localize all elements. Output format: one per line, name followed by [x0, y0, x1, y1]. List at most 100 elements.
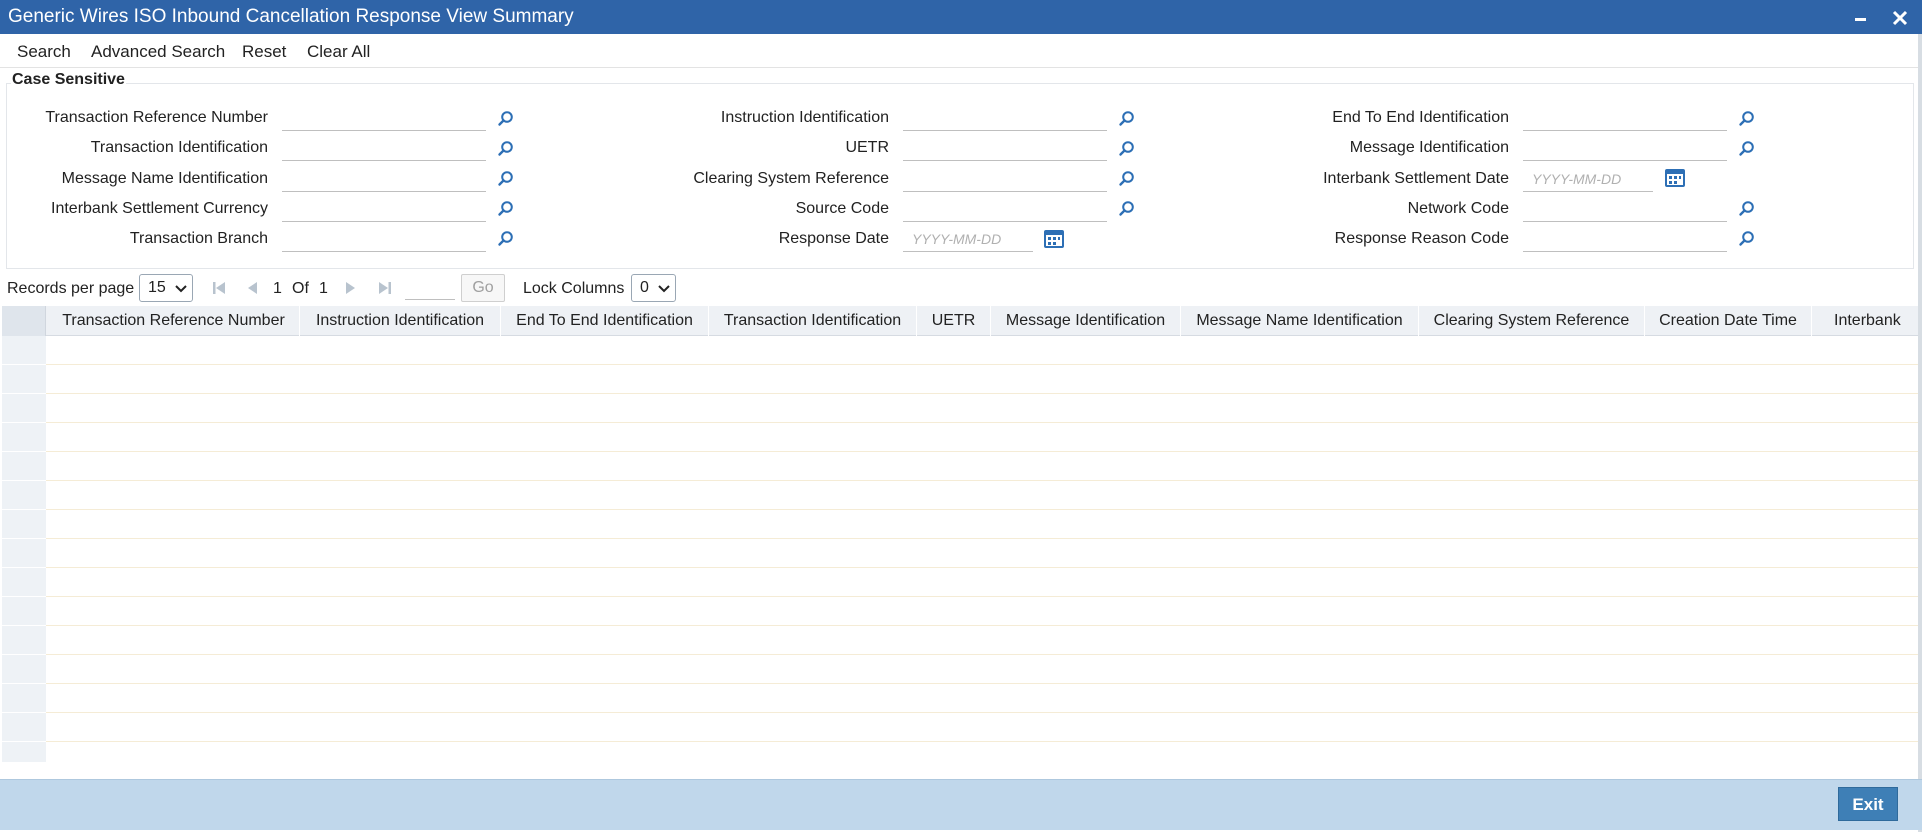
exit-button[interactable]: Exit: [1838, 787, 1898, 821]
transaction-reference-number-input[interactable]: [282, 110, 486, 131]
response-date-placeholder: YYYY-MM-DD: [912, 231, 1002, 247]
clearing-system-reference-input[interactable]: [903, 171, 1107, 192]
results-grid: Transaction Reference Number Instruction…: [2, 306, 1920, 762]
row-selector-cell[interactable]: [2, 336, 46, 365]
transaction-reference-number-label: Transaction Reference Number: [45, 109, 268, 126]
column-header[interactable]: Clearing System Reference: [1419, 306, 1645, 336]
row-selector-cell[interactable]: [2, 568, 46, 597]
select-all-header-cell[interactable]: [2, 306, 46, 336]
current-page-number: 1: [273, 280, 282, 297]
end-to-end-identification-lookup-icon[interactable]: [1738, 110, 1756, 128]
row-selector-cell[interactable]: [2, 510, 46, 539]
message-name-identification-input[interactable]: [282, 171, 486, 192]
table-row[interactable]: [2, 597, 1920, 626]
transaction-branch-input[interactable]: [282, 231, 486, 252]
last-page-icon[interactable]: [376, 279, 394, 297]
interbank-settlement-currency-input[interactable]: [282, 201, 486, 222]
column-header[interactable]: Interbank: [1812, 306, 1920, 336]
interbank-settlement-date-placeholder: YYYY-MM-DD: [1532, 171, 1622, 187]
column-header[interactable]: End To End Identification: [501, 306, 709, 336]
previous-page-icon[interactable]: [244, 279, 262, 297]
message-identification-label: Message Identification: [1349, 139, 1509, 156]
column-header[interactable]: Message Identification: [991, 306, 1181, 336]
reset-menu-item[interactable]: Reset: [242, 42, 286, 62]
interbank-settlement-currency-lookup-icon[interactable]: [497, 200, 515, 218]
footer-bar: Exit: [0, 779, 1922, 830]
row-selector-cell[interactable]: [2, 481, 46, 510]
table-row[interactable]: [2, 365, 1920, 394]
column-header[interactable]: Transaction Identification: [709, 306, 917, 336]
row-selector-cell[interactable]: [2, 365, 46, 394]
advanced-search-menu-item[interactable]: Advanced Search: [91, 42, 225, 62]
source-code-label: Source Code: [795, 200, 889, 217]
row-selector-cell[interactable]: [2, 423, 46, 452]
clearing-system-reference-lookup-icon[interactable]: [1118, 170, 1136, 188]
response-reason-code-input[interactable]: [1523, 231, 1727, 252]
row-selector-cell[interactable]: [2, 684, 46, 713]
row-selector-cell[interactable]: [2, 626, 46, 655]
table-row[interactable]: [2, 742, 1920, 762]
message-identification-input[interactable]: [1523, 140, 1727, 161]
source-code-lookup-icon[interactable]: [1118, 200, 1136, 218]
table-row[interactable]: [2, 568, 1920, 597]
row-selector-cell[interactable]: [2, 597, 46, 626]
menu-bar: Search Advanced Search Reset Clear All: [0, 34, 1922, 68]
table-row[interactable]: [2, 539, 1920, 568]
lock-columns-select[interactable]: 0: [631, 274, 676, 302]
interbank-settlement-date-calendar-icon[interactable]: [1664, 167, 1686, 189]
table-row[interactable]: [2, 452, 1920, 481]
table-row[interactable]: [2, 336, 1920, 365]
table-row[interactable]: [2, 423, 1920, 452]
column-header[interactable]: Creation Date Time: [1645, 306, 1812, 336]
vertical-scrollbar[interactable]: [1918, 34, 1922, 832]
minimize-icon[interactable]: [1849, 4, 1873, 30]
column-header[interactable]: Instruction Identification: [300, 306, 501, 336]
interbank-settlement-date-label: Interbank Settlement Date: [1323, 170, 1509, 187]
source-code-input[interactable]: [903, 201, 1107, 222]
message-name-identification-lookup-icon[interactable]: [497, 170, 515, 188]
close-icon[interactable]: [1888, 4, 1912, 30]
column-header[interactable]: Message Name Identification: [1181, 306, 1419, 336]
transaction-identification-lookup-icon[interactable]: [497, 140, 515, 158]
table-row[interactable]: [2, 684, 1920, 713]
instruction-identification-input[interactable]: [903, 110, 1107, 131]
go-button[interactable]: Go: [461, 274, 505, 302]
grid-header: Transaction Reference Number Instruction…: [2, 306, 1920, 336]
next-page-icon[interactable]: [341, 279, 359, 297]
row-selector-cell[interactable]: [2, 742, 46, 762]
column-header[interactable]: Transaction Reference Number: [48, 306, 300, 336]
row-selector-cell[interactable]: [2, 394, 46, 423]
column-header[interactable]: UETR: [917, 306, 991, 336]
records-per-page-label: Records per page: [7, 280, 135, 297]
uetr-lookup-icon[interactable]: [1118, 140, 1136, 158]
first-page-icon[interactable]: [210, 279, 228, 297]
message-identification-lookup-icon[interactable]: [1738, 140, 1756, 158]
row-selector-cell[interactable]: [2, 452, 46, 481]
transaction-identification-input[interactable]: [282, 140, 486, 161]
chevron-down-icon: [175, 285, 187, 293]
table-row[interactable]: [2, 655, 1920, 684]
row-selector-cell[interactable]: [2, 713, 46, 742]
clear-all-menu-item[interactable]: Clear All: [307, 42, 370, 62]
response-date-calendar-icon[interactable]: [1043, 228, 1065, 250]
row-selector-cell[interactable]: [2, 539, 46, 568]
table-row[interactable]: [2, 713, 1920, 742]
lock-columns-label: Lock Columns: [523, 280, 625, 297]
network-code-input[interactable]: [1523, 201, 1727, 222]
table-row[interactable]: [2, 394, 1920, 423]
table-row[interactable]: [2, 510, 1920, 539]
table-row[interactable]: [2, 481, 1920, 510]
records-per-page-select[interactable]: 15: [139, 274, 193, 302]
response-reason-code-lookup-icon[interactable]: [1738, 230, 1756, 248]
search-menu-item[interactable]: Search: [17, 42, 71, 62]
table-row[interactable]: [2, 626, 1920, 655]
uetr-input[interactable]: [903, 140, 1107, 161]
page-number-input[interactable]: [405, 276, 455, 300]
instruction-identification-lookup-icon[interactable]: [1118, 110, 1136, 128]
transaction-branch-label: Transaction Branch: [129, 230, 268, 247]
row-selector-cell[interactable]: [2, 655, 46, 684]
end-to-end-identification-input[interactable]: [1523, 110, 1727, 131]
network-code-lookup-icon[interactable]: [1738, 200, 1756, 218]
transaction-branch-lookup-icon[interactable]: [497, 230, 515, 248]
transaction-reference-number-lookup-icon[interactable]: [497, 110, 515, 128]
